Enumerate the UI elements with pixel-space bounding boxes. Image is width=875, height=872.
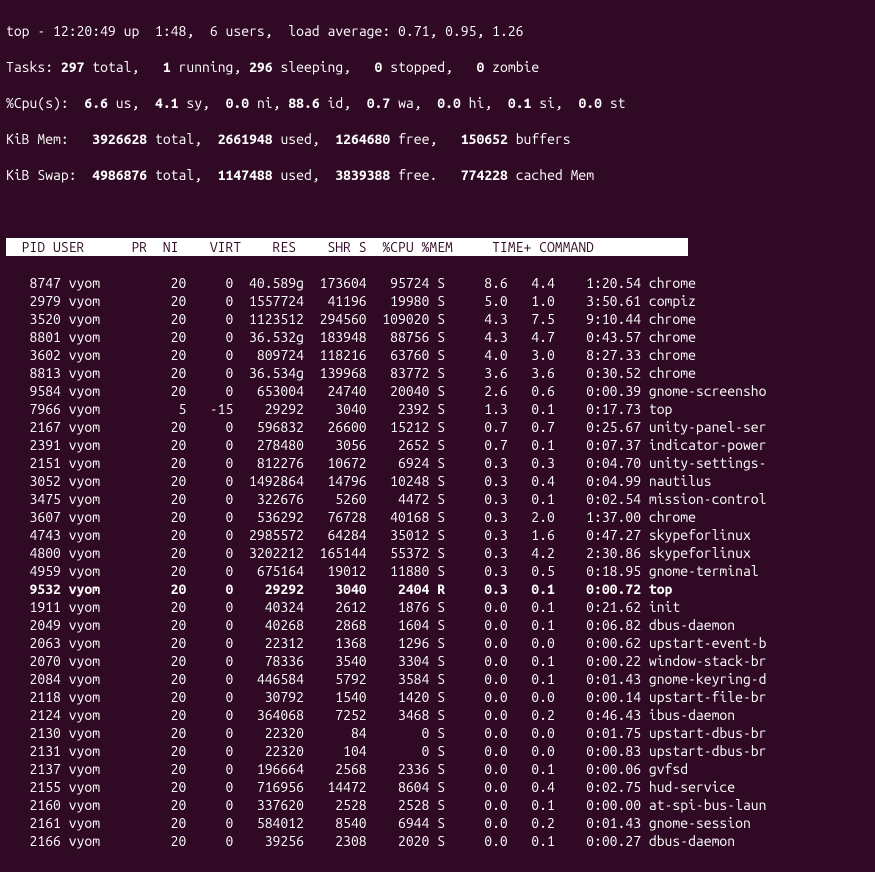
process-row: 2166 vyom 20 0 39256 2308 2020 S 0.0 0.1…	[6, 832, 869, 850]
process-row: 9532 vyom 20 0 29292 3040 2404 R 0.3 0.1…	[6, 580, 869, 598]
process-row: 8813 vyom 20 0 36.534g 139968 83772 S 3.…	[6, 364, 869, 382]
blank-line	[6, 202, 869, 220]
label: total,	[92, 59, 163, 75]
tasks-stopped: 0	[375, 59, 391, 75]
label: us,	[116, 95, 155, 111]
process-row: 2049 vyom 20 0 40268 2868 1604 S 0.0 0.1…	[6, 616, 869, 634]
cpu-si: 0.1	[508, 95, 539, 111]
process-row: 3052 vyom 20 0 1492864 14796 10248 S 0.3…	[6, 472, 869, 490]
process-row: 2167 vyom 20 0 596832 26600 15212 S 0.7 …	[6, 418, 869, 436]
process-row: 4959 vyom 20 0 675164 19012 11880 S 0.3 …	[6, 562, 869, 580]
label: running,	[179, 59, 250, 75]
cpu-us: 6.6	[84, 95, 115, 111]
swap-total: 4986876	[92, 167, 155, 183]
label: KiB Swap:	[6, 167, 92, 183]
process-row: 1911 vyom 20 0 40324 2612 1876 S 0.0 0.1…	[6, 598, 869, 616]
process-row: 2161 vyom 20 0 584012 8540 6944 S 0.0 0.…	[6, 814, 869, 832]
process-row: 9584 vyom 20 0 653004 24740 20040 S 2.6 …	[6, 382, 869, 400]
process-row: 2391 vyom 20 0 278480 3056 2652 S 0.7 0.…	[6, 436, 869, 454]
label: si,	[539, 95, 578, 111]
process-row: 7966 vyom 5 -15 29292 3040 2392 S 1.3 0.…	[6, 400, 869, 418]
label: free,	[398, 131, 461, 147]
tasks-total: 297	[61, 59, 92, 75]
label: Tasks:	[6, 59, 61, 75]
mem-buffers: 150652	[461, 131, 516, 147]
cpu-st: 0.0	[578, 95, 609, 111]
column-header-row[interactable]: PID USER PR NI VIRT RES SHR S %CPU %MEM …	[6, 238, 869, 256]
process-row: 3602 vyom 20 0 809724 118216 63760 S 4.0…	[6, 346, 869, 364]
label: hi,	[469, 95, 508, 111]
terminal[interactable]: top - 12:20:49 up 1:48, 6 users, load av…	[0, 0, 875, 872]
process-row: 4800 vyom 20 0 3202212 165144 55372 S 0.…	[6, 544, 869, 562]
summary-cpu: %Cpu(s): 6.6 us, 4.1 sy, 0.0 ni, 88.6 id…	[6, 94, 869, 112]
load-average: 0.71, 0.95, 1.26	[398, 23, 523, 39]
process-row: 2070 vyom 20 0 78336 3540 3304 S 0.0 0.1…	[6, 652, 869, 670]
process-row: 3607 vyom 20 0 536292 76728 40168 S 0.3 …	[6, 508, 869, 526]
label: total,	[155, 131, 218, 147]
label: load average:	[273, 23, 398, 39]
label: sy,	[186, 95, 225, 111]
label: id,	[328, 95, 367, 111]
process-row: 4743 vyom 20 0 2985572 64284 35012 S 0.3…	[6, 526, 869, 544]
label: ni,	[257, 95, 288, 111]
label: cached Mem	[516, 167, 594, 183]
tasks-sleeping: 296	[249, 59, 280, 75]
users: 6 users,	[194, 23, 272, 39]
swap-used: 1147488	[218, 167, 281, 183]
process-row: 2063 vyom 20 0 22312 1368 1296 S 0.0 0.0…	[6, 634, 869, 652]
process-row: 2979 vyom 20 0 1557724 41196 19980 S 5.0…	[6, 292, 869, 310]
process-row: 8801 vyom 20 0 36.532g 183948 88756 S 4.…	[6, 328, 869, 346]
process-row: 2137 vyom 20 0 196664 2568 2336 S 0.0 0.…	[6, 760, 869, 778]
process-row: 2118 vyom 20 0 30792 1540 1420 S 0.0 0.0…	[6, 688, 869, 706]
process-row: 8747 vyom 20 0 40.589g 173604 95724 S 8.…	[6, 274, 869, 292]
label: free.	[398, 167, 461, 183]
process-row: 3475 vyom 20 0 322676 5260 4472 S 0.3 0.…	[6, 490, 869, 508]
label: wa,	[398, 95, 437, 111]
swap-free: 3839388	[335, 167, 398, 183]
swap-cached: 774228	[461, 167, 516, 183]
process-row: 2084 vyom 20 0 446584 5792 3584 S 0.0 0.…	[6, 670, 869, 688]
label: KiB Mem:	[6, 131, 92, 147]
label: used,	[280, 167, 335, 183]
summary-line1: top - 12:20:49 up 1:48, 6 users, load av…	[6, 22, 869, 40]
tasks-running: 1	[163, 59, 179, 75]
label: top -	[6, 23, 53, 39]
label: stopped,	[390, 59, 476, 75]
cpu-wa: 0.7	[367, 95, 398, 111]
process-row: 2124 vyom 20 0 364068 7252 3468 S 0.0 0.…	[6, 706, 869, 724]
process-row: 2151 vyom 20 0 812276 10672 6924 S 0.3 0…	[6, 454, 869, 472]
process-row: 2130 vyom 20 0 22320 84 0 S 0.0 0.0 0:01…	[6, 724, 869, 742]
process-row: 2155 vyom 20 0 716956 14472 8604 S 0.0 0…	[6, 778, 869, 796]
uptime: 1:48,	[155, 23, 194, 39]
summary-tasks: Tasks: 297 total, 1 running, 296 sleepin…	[6, 58, 869, 76]
column-headers[interactable]: PID USER PR NI VIRT RES SHR S %CPU %MEM …	[6, 238, 688, 256]
summary-swap: KiB Swap: 4986876 total, 1147488 used, 3…	[6, 166, 869, 184]
process-row: 3520 vyom 20 0 1123512 294560 109020 S 4…	[6, 310, 869, 328]
label: st	[610, 95, 626, 111]
label: up	[116, 23, 155, 39]
label: zombie	[492, 59, 539, 75]
process-list: 8747 vyom 20 0 40.589g 173604 95724 S 8.…	[6, 274, 869, 850]
label: sleeping,	[280, 59, 374, 75]
cpu-ni: 0.0	[226, 95, 257, 111]
mem-used: 2661948	[218, 131, 281, 147]
cpu-id: 88.6	[288, 95, 327, 111]
label: total,	[155, 167, 218, 183]
summary-mem: KiB Mem: 3926628 total, 2661948 used, 12…	[6, 130, 869, 148]
label: %Cpu(s):	[6, 95, 84, 111]
process-row: 2160 vyom 20 0 337620 2528 2528 S 0.0 0.…	[6, 796, 869, 814]
cpu-hi: 0.0	[437, 95, 468, 111]
label: used,	[280, 131, 335, 147]
mem-total: 3926628	[92, 131, 155, 147]
label: buffers	[516, 131, 571, 147]
tasks-zombie: 0	[476, 59, 492, 75]
time: 12:20:49	[53, 23, 116, 39]
cpu-sy: 4.1	[155, 95, 186, 111]
mem-free: 1264680	[335, 131, 398, 147]
process-row: 2131 vyom 20 0 22320 104 0 S 0.0 0.0 0:0…	[6, 742, 869, 760]
